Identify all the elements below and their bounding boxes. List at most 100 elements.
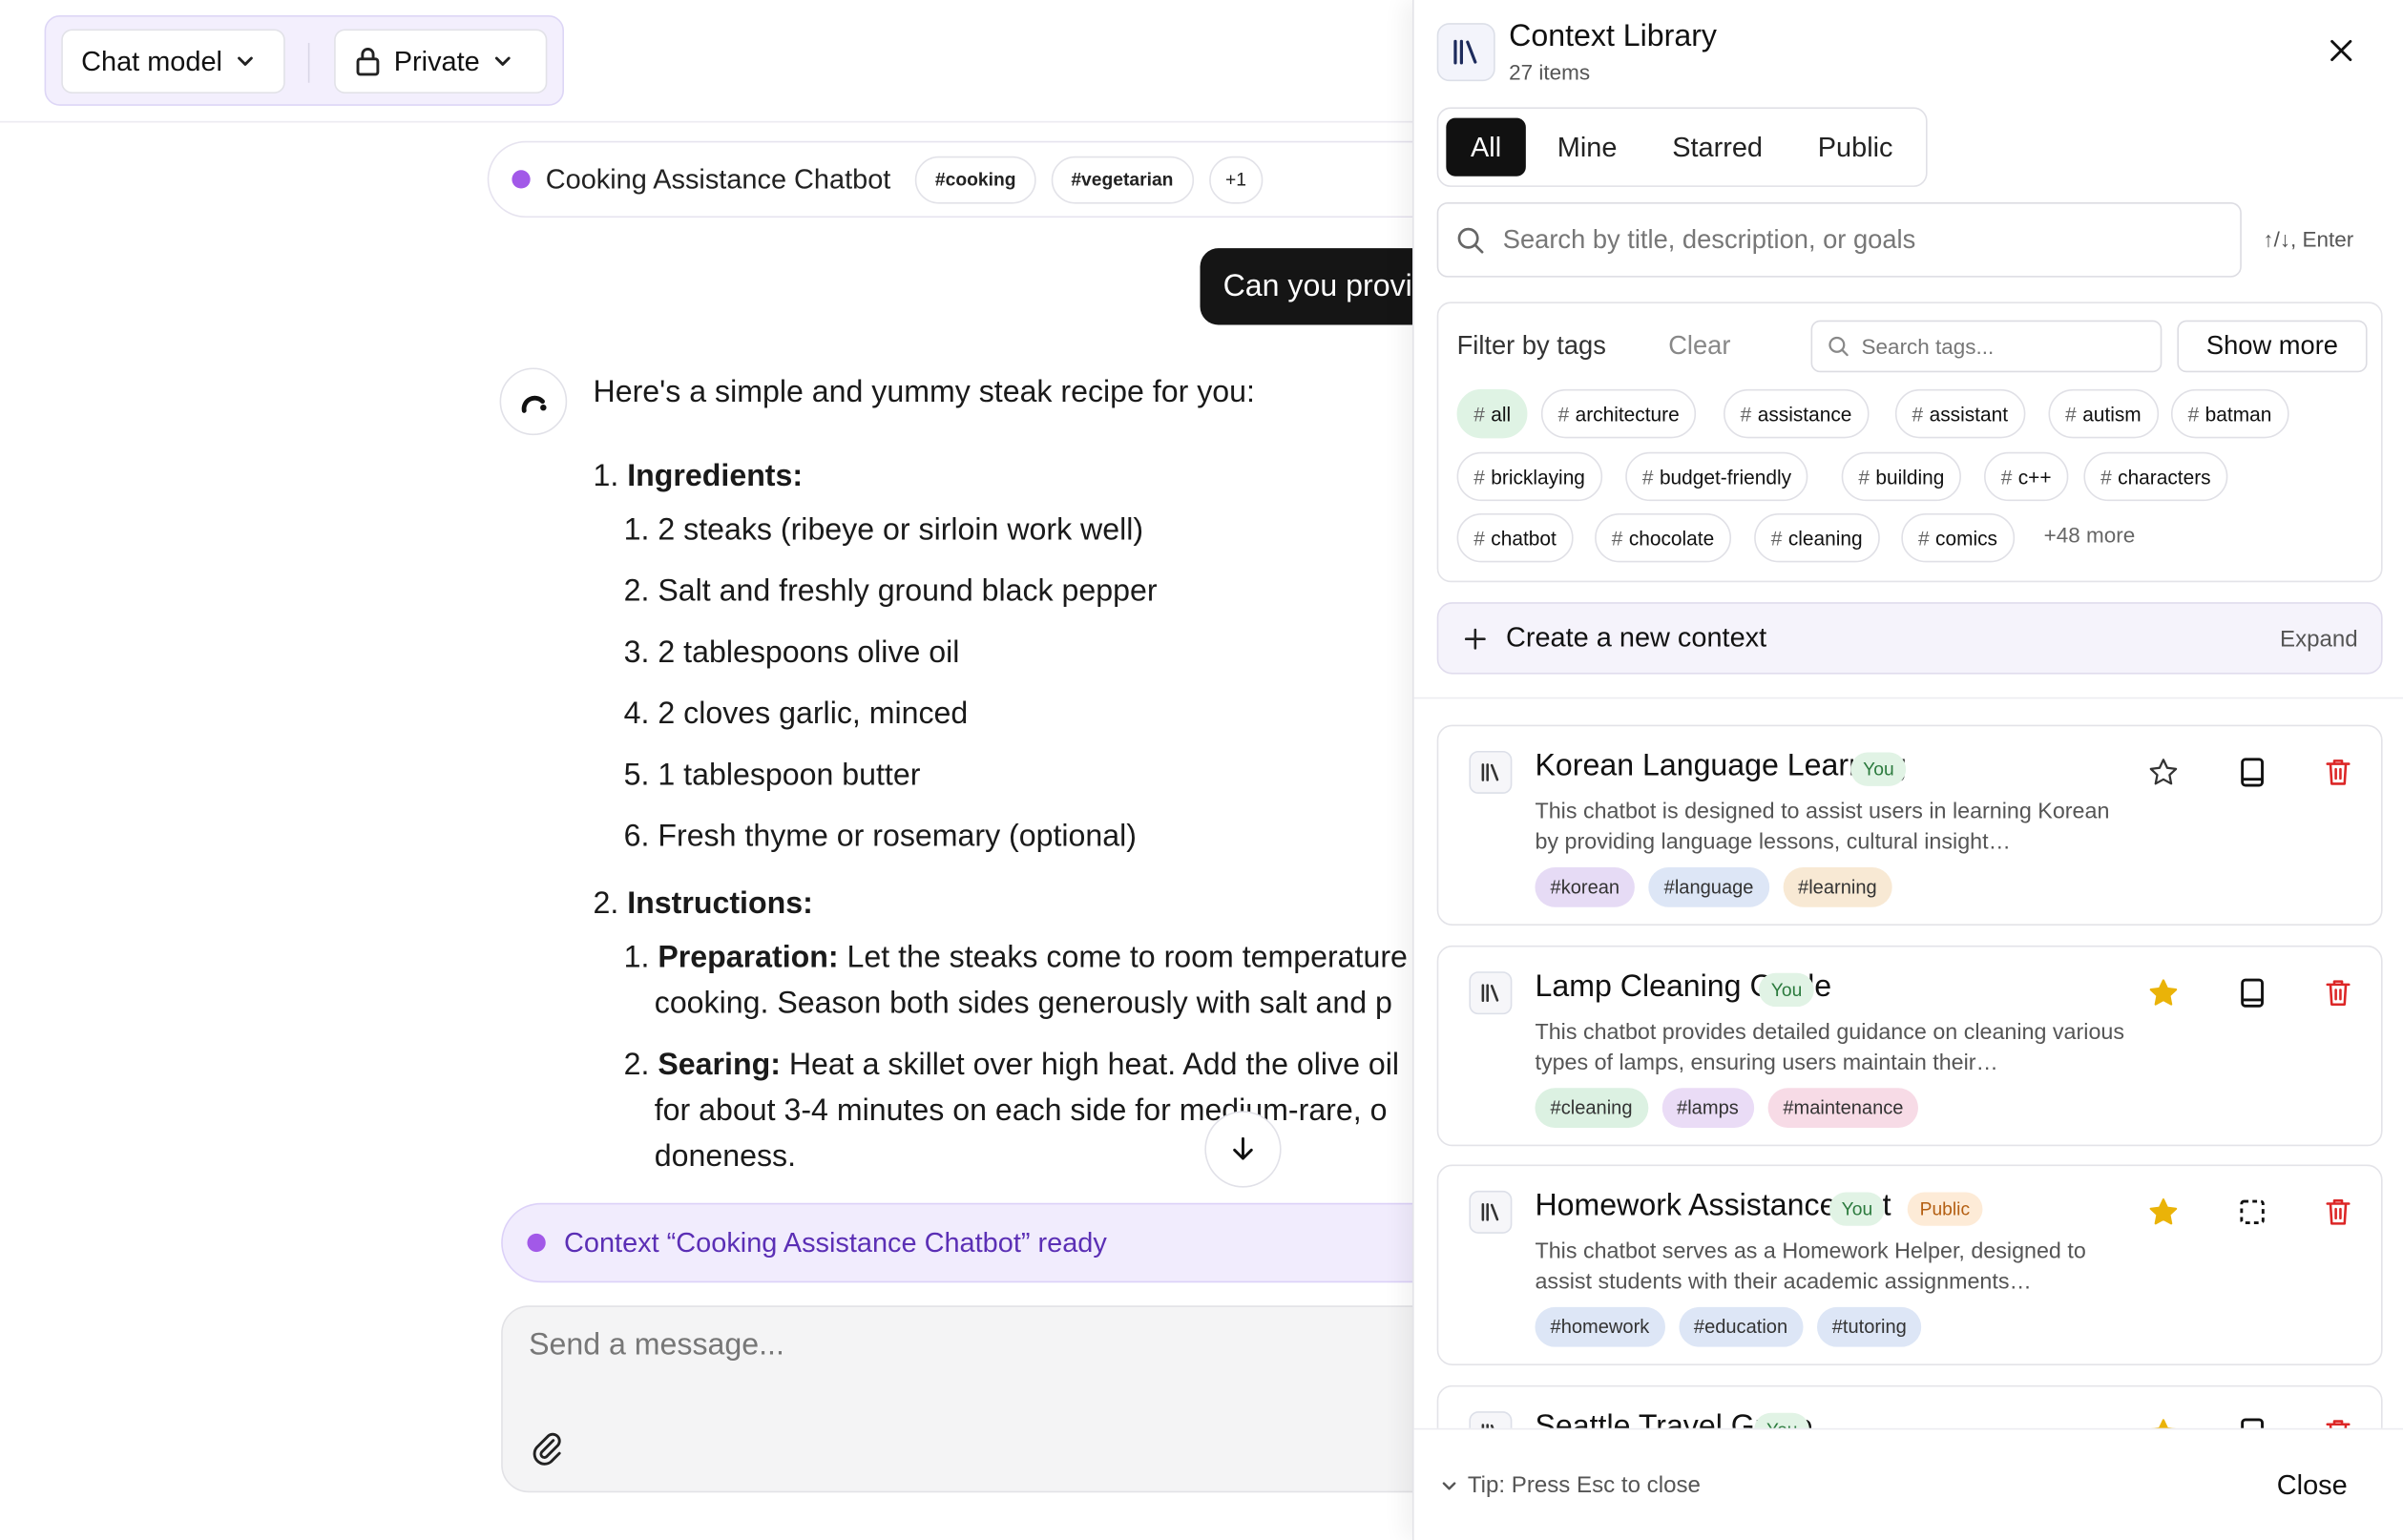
arrow-down-icon	[1227, 1134, 1258, 1164]
card-tag[interactable]: #language	[1648, 866, 1769, 907]
hash-icon: #	[1912, 402, 1924, 426]
show-more-button[interactable]: Show more	[2177, 320, 2368, 373]
footer-tip: Tip: Press Esc to close	[1440, 1472, 1701, 1499]
tags-more[interactable]: +48 more	[2044, 523, 2136, 548]
footer-close-button[interactable]: Close	[2277, 1469, 2348, 1502]
card-tag[interactable]: #homework	[1535, 1306, 1665, 1347]
filter-tag-assistant[interactable]: # assistant	[1894, 388, 2025, 439]
trash-icon[interactable]	[2320, 754, 2357, 791]
card-description: This chatbot serves as a Homework Helper…	[1535, 1239, 2086, 1296]
filter-tag-building[interactable]: # building	[1841, 451, 1962, 502]
clear-filter-button[interactable]: Clear	[1668, 331, 1730, 362]
hash-icon: #	[1641, 465, 1654, 489]
book-icon[interactable]	[2234, 754, 2271, 791]
card-tag[interactable]: #lamps	[1661, 1088, 1754, 1129]
book-icon[interactable]	[2234, 974, 2271, 1011]
owner-badge: You	[1828, 1192, 1886, 1226]
panel-item-count: 27 items	[1509, 59, 1591, 85]
tab-all[interactable]: All	[1446, 117, 1526, 177]
card-tags: #cleaning #lamps #maintenance	[1535, 1088, 1919, 1129]
card-tag[interactable]: #maintenance	[1767, 1088, 1919, 1129]
context-ready-banner: Context “Cooking Assistance Chatbot” rea…	[501, 1202, 1413, 1283]
search-placeholder: Search by title, description, or goals	[1502, 224, 1916, 254]
filter-tag-assistance[interactable]: # assistance	[1724, 388, 1870, 439]
paperclip-icon[interactable]	[531, 1429, 564, 1467]
lock-icon	[354, 46, 382, 76]
tab-public[interactable]: Public	[1794, 118, 1916, 177]
context-card[interactable]: Homework Assistance Bot You Public This cha…	[1436, 1164, 2383, 1365]
filter-tag-batman[interactable]: # batman	[2170, 388, 2289, 439]
select-icon[interactable]	[2234, 1194, 2271, 1231]
message-input[interactable]: Send a message...	[529, 1328, 784, 1363]
filter-tag-all[interactable]: # all	[1456, 388, 1528, 439]
filter-tag-comics[interactable]: # comics	[1901, 513, 2015, 563]
filter-tag-cleaning[interactable]: # cleaning	[1754, 513, 1880, 563]
close-icon[interactable]	[2328, 37, 2355, 65]
visibility-selector[interactable]: Private	[334, 29, 548, 94]
hash-icon: #	[2065, 402, 2077, 426]
model-selector[interactable]: Chat model	[61, 29, 285, 94]
tag-search-input[interactable]: Search tags...	[1810, 320, 2163, 373]
list-item-continuation: for about 3-4 minutes on each side for m…	[654, 1093, 1388, 1129]
hash-icon: #	[2000, 465, 2013, 489]
filter-tag-characters[interactable]: # characters	[2083, 451, 2228, 502]
tab-mine[interactable]: Mine	[1536, 118, 1638, 177]
list-item: 2. Searing: Heat a skillet over high hea…	[623, 1048, 1400, 1082]
tag-search-placeholder: Search tags...	[1861, 334, 1995, 359]
filter-tag-label: chatbot	[1491, 526, 1557, 550]
filter-tag-label: architecture	[1575, 402, 1680, 426]
context-card[interactable]: Korean Language Learning You This chatbot …	[1436, 724, 2383, 926]
assistant-avatar	[499, 367, 568, 436]
list-item: 1. Ingredients:	[593, 459, 804, 494]
filter-tag-chocolate[interactable]: # chocolate	[1595, 513, 1731, 563]
active-context-pill[interactable]: Cooking Assistance Chatbot #cooking #veg…	[487, 140, 1413, 219]
card-tag[interactable]: #education	[1678, 1306, 1804, 1347]
filter-tag-label: assistant	[1929, 402, 2009, 426]
context-search-input[interactable]: Search by title, description, or goals	[1436, 201, 2242, 278]
filter-tag-architecture[interactable]: # architecture	[1540, 388, 1697, 439]
context-card[interactable]: Lamp Cleaning Guide You This chatbot provi…	[1436, 945, 2383, 1147]
context-tag[interactable]: #vegetarian	[1051, 156, 1194, 203]
list-item: 1. Preparation: Let the steaks come to r…	[623, 941, 1408, 975]
answer-intro: Here's a simple and yummy steak recipe f…	[593, 375, 1255, 409]
filter-tag-label: cleaning	[1787, 526, 1863, 550]
tab-starred[interactable]: Starred	[1648, 118, 1787, 177]
hash-icon: #	[1611, 526, 1623, 550]
keyboard-hint: ↑/↓, Enter	[2263, 226, 2354, 252]
plus-icon	[1463, 626, 1488, 651]
filter-tag-budget-friendly[interactable]: # budget-friendly	[1625, 451, 1808, 502]
card-tag[interactable]: #korean	[1535, 866, 1636, 907]
hash-icon: #	[1740, 402, 1752, 426]
card-tag[interactable]: #learning	[1782, 866, 1892, 907]
context-status-dot	[512, 170, 531, 189]
card-tag[interactable]: #cleaning	[1535, 1088, 1648, 1129]
hash-icon: #	[1917, 526, 1930, 550]
context-tag[interactable]: #cooking	[915, 156, 1036, 203]
search-icon	[1457, 226, 1485, 254]
trash-icon[interactable]	[2320, 1194, 2357, 1231]
filter-tag-bricklaying[interactable]: # bricklaying	[1456, 451, 1602, 502]
star-icon[interactable]	[2145, 974, 2183, 1011]
context-tags-more[interactable]: +1	[1208, 156, 1264, 203]
star-icon[interactable]	[2145, 754, 2183, 791]
filter-tag-autism[interactable]: # autism	[2048, 388, 2159, 439]
owner-badge: You	[1850, 752, 1907, 786]
filter-tag-label: building	[1875, 465, 1945, 489]
filter-tag-chatbot[interactable]: # chatbot	[1456, 513, 1574, 563]
hash-icon: #	[2100, 465, 2112, 489]
filter-tag-c-[interactable]: # c++	[1984, 451, 2069, 502]
trash-icon[interactable]	[2320, 974, 2357, 1011]
expand-button[interactable]: Expand	[2280, 627, 2358, 653]
toolbar-divider-line	[0, 120, 1413, 123]
create-context-button[interactable]: Create a new context	[1436, 602, 2383, 675]
filter-label: Filter by tags	[1456, 330, 1606, 361]
message-composer[interactable]: Send a message...	[501, 1305, 1413, 1493]
list-item: 3. 2 tablespoons olive oil	[623, 635, 960, 670]
toolbar-divider	[307, 42, 310, 83]
hash-icon: #	[1473, 526, 1485, 550]
star-icon[interactable]	[2145, 1194, 2183, 1231]
hash-icon: #	[1473, 402, 1485, 426]
scroll-to-bottom-button[interactable]	[1204, 1111, 1282, 1188]
filter-tag-label: budget-friendly	[1659, 465, 1792, 489]
card-tag[interactable]: #tutoring	[1816, 1306, 1922, 1347]
